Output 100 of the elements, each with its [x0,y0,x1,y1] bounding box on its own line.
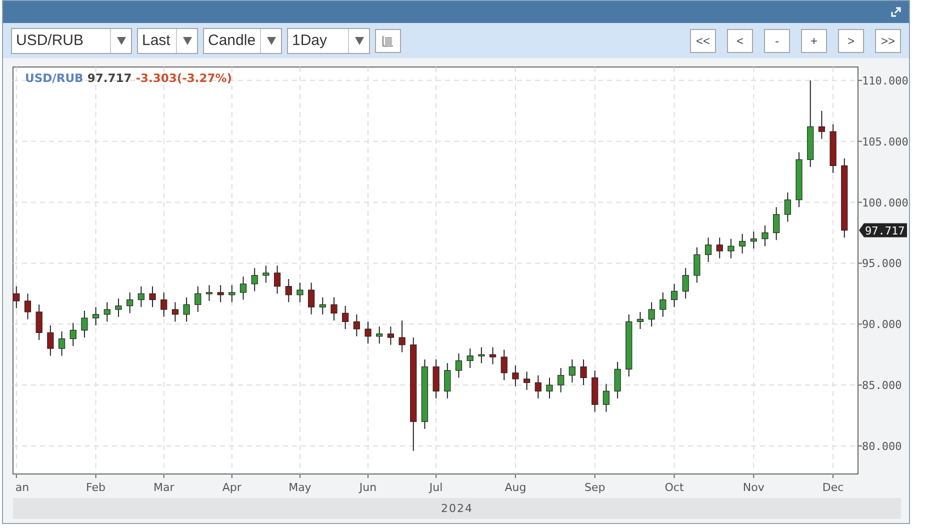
x-axis-label: Feb [86,481,106,494]
candlestick [81,310,88,338]
candlestick [750,231,757,250]
candlestick [217,284,224,303]
candlestick [489,346,496,365]
nav-button[interactable]: + [801,28,827,52]
candlestick [240,276,247,300]
candlestick [512,365,519,387]
x-axis-label: Apr [222,481,242,494]
nav-button[interactable]: > [838,28,864,52]
y-axis-label: 90.000 [862,318,902,332]
candlestick [104,302,110,322]
candlestick [92,306,100,326]
candlestick [138,286,144,308]
candlestick [704,237,712,262]
candlestick [251,268,258,292]
candlestick [478,346,485,364]
candlestick [149,286,156,308]
nav-button[interactable]: < [727,28,753,52]
candlestick [364,321,372,344]
candlestick [194,286,202,312]
candlestick [376,326,383,344]
candlestick [172,302,178,322]
price-legend: USD/RUB 97.717 -3.303(-3.27%) [25,71,232,85]
y-axis-label: 85.000 [862,379,902,392]
x-axis-label: Jul [429,481,443,494]
candlestick [36,304,42,340]
candlestick [784,192,791,222]
candlestick [670,283,678,308]
price-tag: 97.717 [859,223,907,238]
y-axis-label: 100.000 [862,196,908,210]
candlestick [614,361,621,399]
candlestick [648,302,655,328]
candlestick [58,330,66,356]
candlestick [398,320,406,353]
year-label: 2024 [441,502,473,515]
y-axis-label: 95.000 [862,257,902,270]
candlestick [24,293,32,320]
candlestick [716,237,723,259]
symbol-select[interactable]: USD/RUB [11,28,132,54]
candlestick [762,224,768,247]
interval-select[interactable]: 1Day [287,28,370,54]
candlestick [466,348,474,368]
x-axis-label: Sep [584,481,606,494]
candlestick [500,349,508,381]
candlestick [342,305,349,330]
x-axis-label: Jun [359,481,377,494]
candlestick [739,233,746,254]
x-axis-label: Dec [822,481,844,494]
candlestick [534,374,542,399]
candlestick [694,246,700,284]
candlestick [580,358,587,386]
chart-type-select[interactable]: Candle [203,28,282,54]
candlestick [274,265,281,294]
candlestick [206,284,213,302]
candlestick [70,322,76,347]
list-button[interactable] [375,28,401,52]
x-axis-label: May [288,481,312,494]
candlestick [728,238,734,259]
price-type-select[interactable]: Last [137,28,198,54]
x-axis-label: Aug [504,481,526,494]
candlestick [444,362,451,399]
nav-button[interactable]: >> [875,28,901,52]
candlestick [115,298,122,318]
y-axis-label: 105.000 [862,135,908,148]
candlestick [773,206,780,241]
candlestick [353,314,360,337]
candlestick [228,284,236,303]
candlestick [296,282,304,303]
x-axis-label: Oct [664,481,684,494]
dropdown-icon [116,36,126,44]
y-axis-label: 80.000 [862,440,902,453]
candlestick [558,367,564,393]
candlestick [660,292,666,318]
candlestick [682,268,689,300]
x-axis-label: an [15,481,30,494]
nav-button[interactable]: - [764,28,790,52]
candlestick [455,352,462,378]
candlestick [524,371,530,390]
expand-icon[interactable] [891,7,901,17]
x-axis-label: Mar [153,481,174,494]
candlestick [183,296,190,322]
candlestick [13,286,20,309]
candlestick [818,110,826,140]
list-icon [382,34,394,46]
dropdown-icon [354,36,364,44]
candlestick [636,311,644,330]
candlestick [319,296,326,315]
candlestick [568,358,576,384]
y-axis-label: 110.000 [862,74,908,88]
x-axis-label: Nov [742,481,764,494]
candlestick [285,278,292,303]
nav-button[interactable]: << [690,28,716,52]
candlestick [262,265,270,284]
candlestick [308,282,315,315]
candlestick [330,296,338,321]
candlestick [546,377,553,399]
dropdown-icon [266,36,276,44]
candlestick [160,292,168,318]
candlestick [602,383,610,412]
